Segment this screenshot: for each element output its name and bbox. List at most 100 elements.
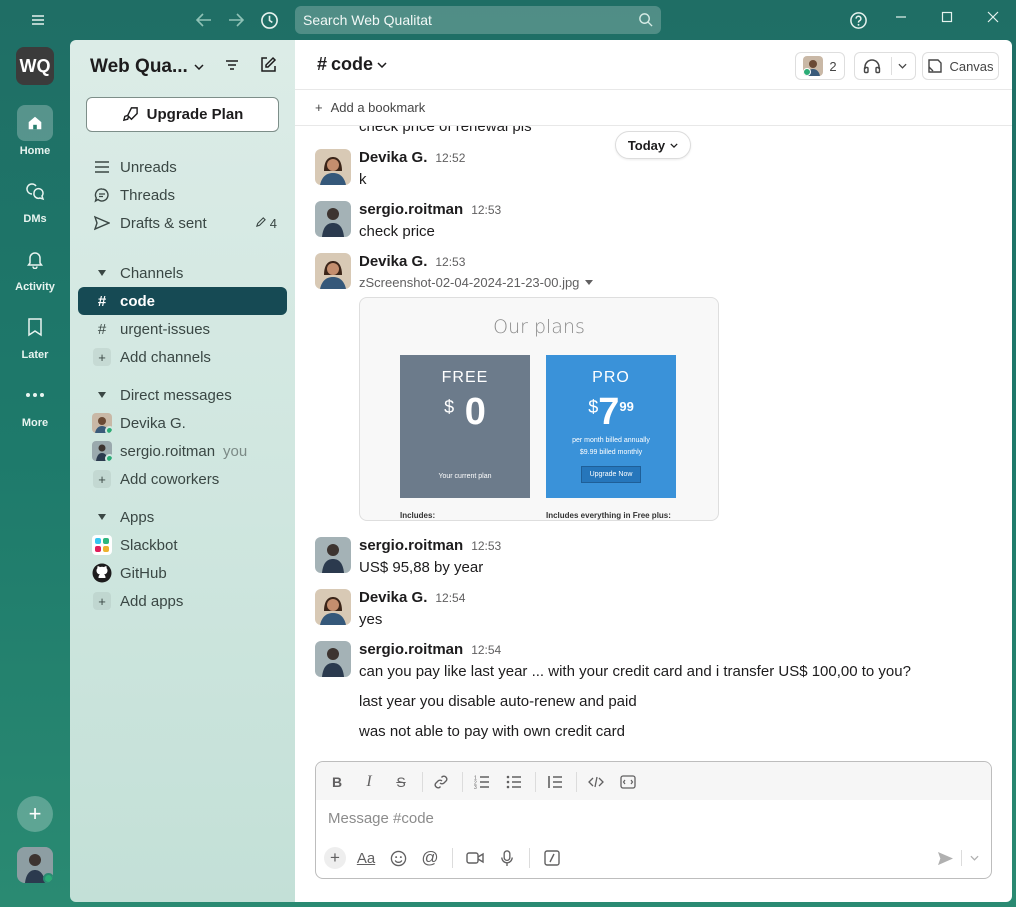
message-author[interactable]: Devika G. bbox=[359, 253, 427, 270]
channels-section-header[interactable]: Channels bbox=[78, 259, 287, 287]
message-author[interactable]: sergio.roitman bbox=[359, 201, 463, 218]
channel-title-button[interactable]: # code bbox=[317, 54, 387, 75]
pencil-icon bbox=[256, 216, 267, 227]
caret-down-icon bbox=[92, 269, 112, 277]
strikethrough-icon[interactable]: S bbox=[391, 772, 411, 792]
rail-item-later[interactable]: Later bbox=[0, 309, 70, 361]
rail-label: DMs bbox=[23, 213, 47, 225]
workspace-name-button[interactable]: Web Qua... bbox=[90, 56, 204, 78]
message-input[interactable]: Message #code bbox=[328, 810, 434, 827]
rail-item-home[interactable]: Home bbox=[0, 105, 70, 157]
back-arrow-icon[interactable] bbox=[194, 10, 214, 30]
message-composer: B I S 123 Message #code + Aa @ bbox=[315, 761, 992, 879]
italic-icon[interactable]: I bbox=[359, 772, 379, 792]
sidebar-dm-sergio[interactable]: sergio.roitman you bbox=[78, 437, 287, 465]
image-attachment[interactable]: Our plans FREE $ 0 Your current plan PRO… bbox=[359, 297, 719, 521]
rail-label: Activity bbox=[15, 281, 55, 293]
avatar[interactable] bbox=[315, 641, 351, 677]
message-author[interactable]: Devika G. bbox=[359, 589, 427, 606]
video-icon[interactable] bbox=[464, 847, 486, 869]
bold-icon[interactable]: B bbox=[327, 772, 347, 792]
members-button[interactable]: 2 bbox=[795, 52, 845, 80]
message-author[interactable]: Devika G. bbox=[359, 149, 427, 166]
message-time[interactable]: 12:52 bbox=[435, 151, 465, 165]
rail-item-dms[interactable]: DMs bbox=[0, 173, 70, 225]
plan-name: PRO bbox=[592, 369, 630, 386]
file-name-toggle[interactable]: zScreenshot-02-04-2024-21-23-00.jpg bbox=[359, 275, 594, 290]
forward-arrow-icon[interactable] bbox=[226, 10, 246, 30]
ordered-list-icon[interactable]: 123 bbox=[472, 772, 492, 792]
upgrade-plan-button[interactable]: Upgrade Plan bbox=[86, 97, 279, 132]
close-icon[interactable] bbox=[983, 10, 1003, 27]
user-avatar[interactable] bbox=[17, 847, 53, 883]
dm-section-header[interactable]: Direct messages bbox=[78, 381, 287, 409]
avatar[interactable] bbox=[315, 201, 351, 237]
microphone-icon[interactable] bbox=[496, 847, 518, 869]
avatar[interactable] bbox=[315, 537, 351, 573]
send-icon[interactable] bbox=[934, 847, 956, 869]
workspace-logo[interactable]: WQ bbox=[16, 47, 54, 85]
search-input[interactable]: Search Web Qualitat bbox=[295, 6, 661, 34]
title-bar: Search Web Qualitat bbox=[0, 0, 1016, 40]
apps-section-header[interactable]: Apps bbox=[78, 503, 287, 531]
avatar[interactable] bbox=[315, 149, 351, 185]
bullet-list-icon[interactable] bbox=[504, 772, 524, 792]
sidebar-app-github[interactable]: GitHub bbox=[78, 559, 287, 587]
plus-icon: + bbox=[93, 592, 111, 610]
code-block-icon[interactable] bbox=[618, 772, 638, 792]
online-status-dot bbox=[105, 426, 112, 433]
sidebar-item-threads[interactable]: Threads bbox=[78, 181, 287, 209]
message-author[interactable]: sergio.roitman bbox=[359, 641, 463, 658]
sidebar-channel-code[interactable]: # code bbox=[78, 287, 287, 315]
help-icon[interactable] bbox=[847, 10, 869, 30]
sidebar-dm-devika[interactable]: Devika G. bbox=[78, 409, 287, 437]
workspace-name: Web Qua... bbox=[90, 56, 188, 77]
message-time[interactable]: 12:54 bbox=[471, 643, 501, 657]
maximize-icon[interactable] bbox=[937, 10, 957, 27]
plus-icon[interactable]: + bbox=[324, 847, 346, 869]
rail-item-more[interactable]: More bbox=[0, 377, 70, 429]
huddle-button[interactable] bbox=[854, 52, 916, 80]
add-workspace-plus-icon[interactable]: + bbox=[17, 796, 53, 832]
add-coworkers-button[interactable]: + Add coworkers bbox=[78, 465, 287, 493]
send-options-chevron-icon[interactable] bbox=[963, 847, 985, 869]
bookmark-label: Add a bookmark bbox=[330, 100, 426, 115]
hamburger-menu-icon[interactable] bbox=[28, 10, 48, 30]
sidebar-item-unreads[interactable]: Unreads bbox=[78, 153, 287, 181]
avatar[interactable] bbox=[315, 253, 351, 289]
headphones-icon bbox=[863, 59, 881, 74]
chevron-down-icon bbox=[670, 142, 678, 148]
message-time[interactable]: 12:53 bbox=[471, 203, 501, 217]
canvas-button[interactable]: Canvas bbox=[922, 52, 999, 80]
history-clock-icon[interactable] bbox=[258, 10, 280, 30]
link-icon[interactable] bbox=[431, 772, 451, 792]
message-time[interactable]: 12:53 bbox=[435, 255, 465, 269]
minimize-icon[interactable] bbox=[891, 10, 911, 27]
avatar[interactable] bbox=[315, 589, 351, 625]
sidebar-app-slackbot[interactable]: Slackbot bbox=[78, 531, 287, 559]
message-time[interactable]: 12:53 bbox=[471, 539, 501, 553]
add-apps-button[interactable]: + Add apps bbox=[78, 587, 287, 615]
plan-note: Your current plan bbox=[438, 473, 492, 480]
sidebar-item-label: Threads bbox=[120, 186, 176, 204]
sidebar-channel-urgent-issues[interactable]: # urgent-issues bbox=[78, 315, 287, 343]
rail-item-activity[interactable]: Activity bbox=[0, 241, 70, 293]
sidebar-item-drafts[interactable]: Drafts & sent 4 bbox=[78, 209, 287, 237]
message: sergio.roitman 12:53 check price bbox=[315, 201, 995, 251]
dm-label: Devika G. bbox=[120, 414, 186, 432]
code-icon[interactable] bbox=[586, 772, 606, 792]
text-format-icon[interactable]: Aa bbox=[355, 847, 377, 869]
emoji-icon[interactable] bbox=[387, 847, 409, 869]
mention-icon[interactable]: @ bbox=[419, 847, 441, 869]
message-time[interactable]: 12:54 bbox=[435, 591, 465, 605]
bell-icon bbox=[17, 241, 53, 277]
message-text: was not able to pay with own credit card bbox=[359, 723, 625, 740]
compose-icon[interactable] bbox=[259, 56, 277, 79]
filter-icon[interactable] bbox=[224, 57, 240, 78]
slash-command-icon[interactable] bbox=[541, 847, 563, 869]
blockquote-icon[interactable] bbox=[545, 772, 565, 792]
message-author[interactable]: sergio.roitman bbox=[359, 537, 463, 554]
add-channels-button[interactable]: + Add channels bbox=[78, 343, 287, 371]
github-icon bbox=[92, 563, 112, 583]
add-bookmark-button[interactable]: + Add a bookmark bbox=[295, 90, 1012, 126]
